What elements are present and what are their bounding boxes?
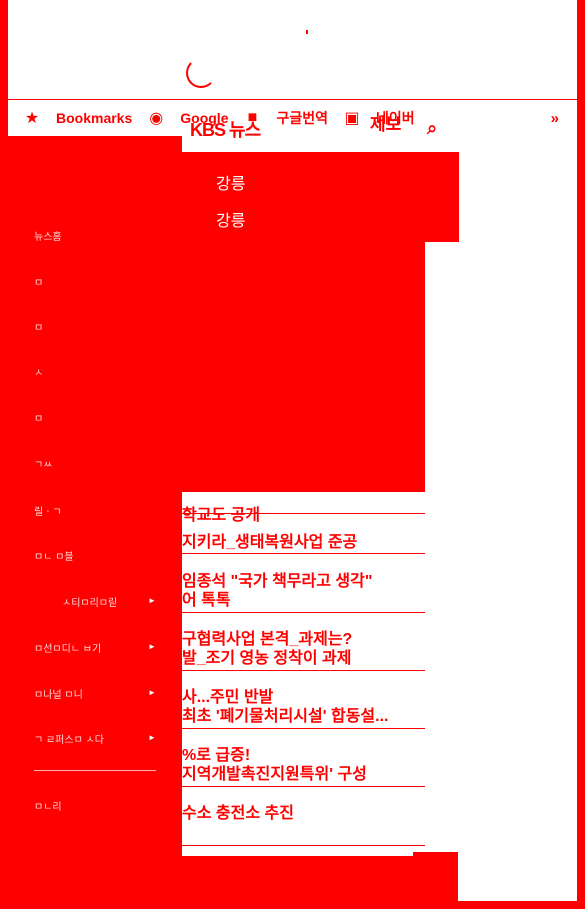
sidebar-item[interactable]: 뉴스홈	[34, 228, 62, 243]
news-divider	[182, 612, 425, 613]
news-headline[interactable]: 지역개발촉진지원특위' 구성	[182, 765, 425, 784]
search-icon[interactable]: ⌕	[427, 118, 437, 139]
section-title[interactable]: 강릉	[216, 170, 245, 194]
news-headline[interactable]: %로 급증!	[182, 746, 425, 765]
news-headline[interactable]: 최초 '폐기물처리시설' 합동설...	[182, 707, 425, 726]
sidebar-item[interactable]: 릴ㆍㄱ	[34, 503, 62, 518]
sidebar-item[interactable]: ㅁㄴ ㅁ블	[34, 548, 74, 563]
news-headline[interactable]: 수소 충전소 추진	[182, 804, 425, 823]
sidebar-item[interactable]: ㅁ선ㅁ디ㄴ ㅂ기	[34, 640, 101, 655]
sidebar-item[interactable]: ㅁㄴ리	[34, 798, 62, 813]
sidebar-item[interactable]: ㄱ ㄹ퍼스ㅁ ㅅ다	[34, 731, 104, 746]
news-divider	[182, 786, 425, 787]
bookmarks-bar: ★ Bookmarks ◉ Google ■ 구글번역 ▣ 네이버 »	[8, 100, 577, 136]
section-title[interactable]: 강릉	[216, 207, 245, 231]
news-divider	[182, 553, 425, 554]
star-icon: ★	[24, 110, 40, 127]
news-divider	[182, 728, 425, 729]
sidebar-item[interactable]: ㅅ	[34, 364, 43, 379]
sidebar-menu: 뉴스홈 ㅁ ㅁ ㅅ ㅁ ㄱㅆ 릴ㆍㄱ ㅁㄴ ㅁ블 ㅅ티ㅁ리ㅁ릳 ► ㅁ선ㅁ디ㄴ …	[8, 136, 182, 856]
section-banner	[182, 242, 425, 492]
loading-dot	[306, 30, 308, 34]
page-loading-area	[8, 0, 577, 99]
chevron-right-icon: ►	[148, 642, 156, 651]
sidebar-item[interactable]: ㅁ나널 ㅁ니	[34, 686, 83, 701]
sidebar-item[interactable]: ㅅ티ㅁ리ㅁ릳	[62, 594, 117, 609]
bookmark-bookmarks[interactable]: ★ Bookmarks	[22, 108, 132, 128]
bookmarks-more-button[interactable]: »	[551, 110, 559, 127]
sidebar-item[interactable]: ㅁ	[34, 410, 43, 425]
sidebar-item[interactable]: ㄱㅆ	[34, 456, 52, 471]
news-headline[interactable]: 학교도 공개	[182, 506, 425, 525]
site-logo[interactable]: KBS 뉴스	[190, 116, 261, 142]
sidebar-item[interactable]: ㅁ	[34, 319, 43, 334]
bookmark-label: Bookmarks	[56, 110, 133, 126]
news-divider	[182, 670, 425, 671]
news-headline[interactable]: 임종석 "국가 책무라고 생각"	[182, 572, 425, 591]
section-header: 강릉 강릉	[182, 152, 459, 242]
google-icon: ◉	[149, 110, 164, 127]
browser-frame: ★ Bookmarks ◉ Google ■ 구글번역 ▣ 네이버 » 뉴스홈 …	[8, 0, 577, 901]
sidebar-divider	[34, 770, 156, 771]
sidebar-item[interactable]: ㅁ	[34, 274, 43, 289]
news-headline[interactable]: 사...주민 반발	[182, 688, 425, 707]
chevron-right-icon: ►	[148, 688, 156, 697]
bookmark-icon: ▣	[344, 110, 360, 127]
chevron-right-icon: ►	[148, 596, 156, 605]
news-headline[interactable]: 발_조기 영농 정착이 과제	[182, 649, 425, 668]
news-divider	[182, 845, 425, 846]
footer-banner	[8, 856, 458, 901]
bookmark-label: 구글번역	[276, 110, 329, 126]
news-headline[interactable]: 구협력사업 본격_과제는?	[182, 630, 425, 649]
news-headline[interactable]: 지키라_생태복원사업 준공	[182, 533, 425, 552]
chevron-right-icon: ►	[148, 733, 156, 742]
news-divider	[182, 513, 425, 514]
news-headline[interactable]: 어 톡톡	[182, 591, 425, 610]
report-link[interactable]: 제보	[370, 110, 401, 135]
loading-spinner-icon	[186, 58, 216, 88]
